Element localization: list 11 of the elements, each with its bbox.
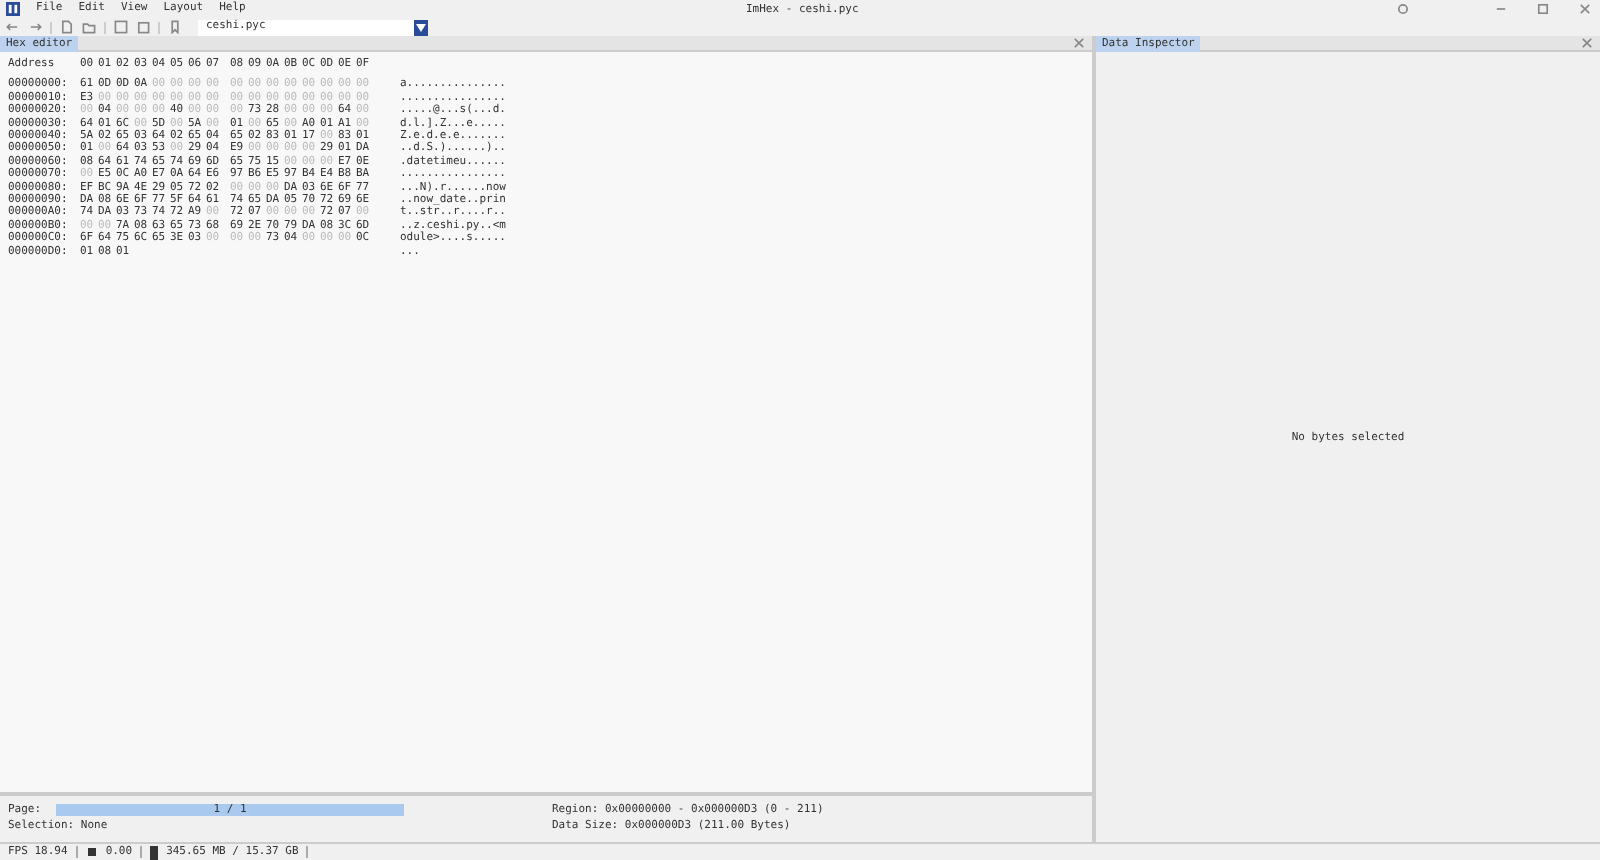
- close-icon[interactable]: [1072, 36, 1086, 50]
- close-icon[interactable]: [1578, 2, 1592, 16]
- dropdown-arrow-icon: [414, 19, 428, 35]
- restore-icon[interactable]: [1536, 2, 1550, 16]
- minimize-icon[interactable]: [1494, 2, 1508, 16]
- close-icon[interactable]: [1580, 36, 1594, 50]
- bookmark-icon[interactable]: [168, 20, 182, 34]
- undo-icon[interactable]: [6, 20, 20, 34]
- new-file-icon[interactable]: [60, 20, 74, 34]
- folder-icon[interactable]: [82, 20, 96, 34]
- redo-icon[interactable]: [28, 20, 42, 34]
